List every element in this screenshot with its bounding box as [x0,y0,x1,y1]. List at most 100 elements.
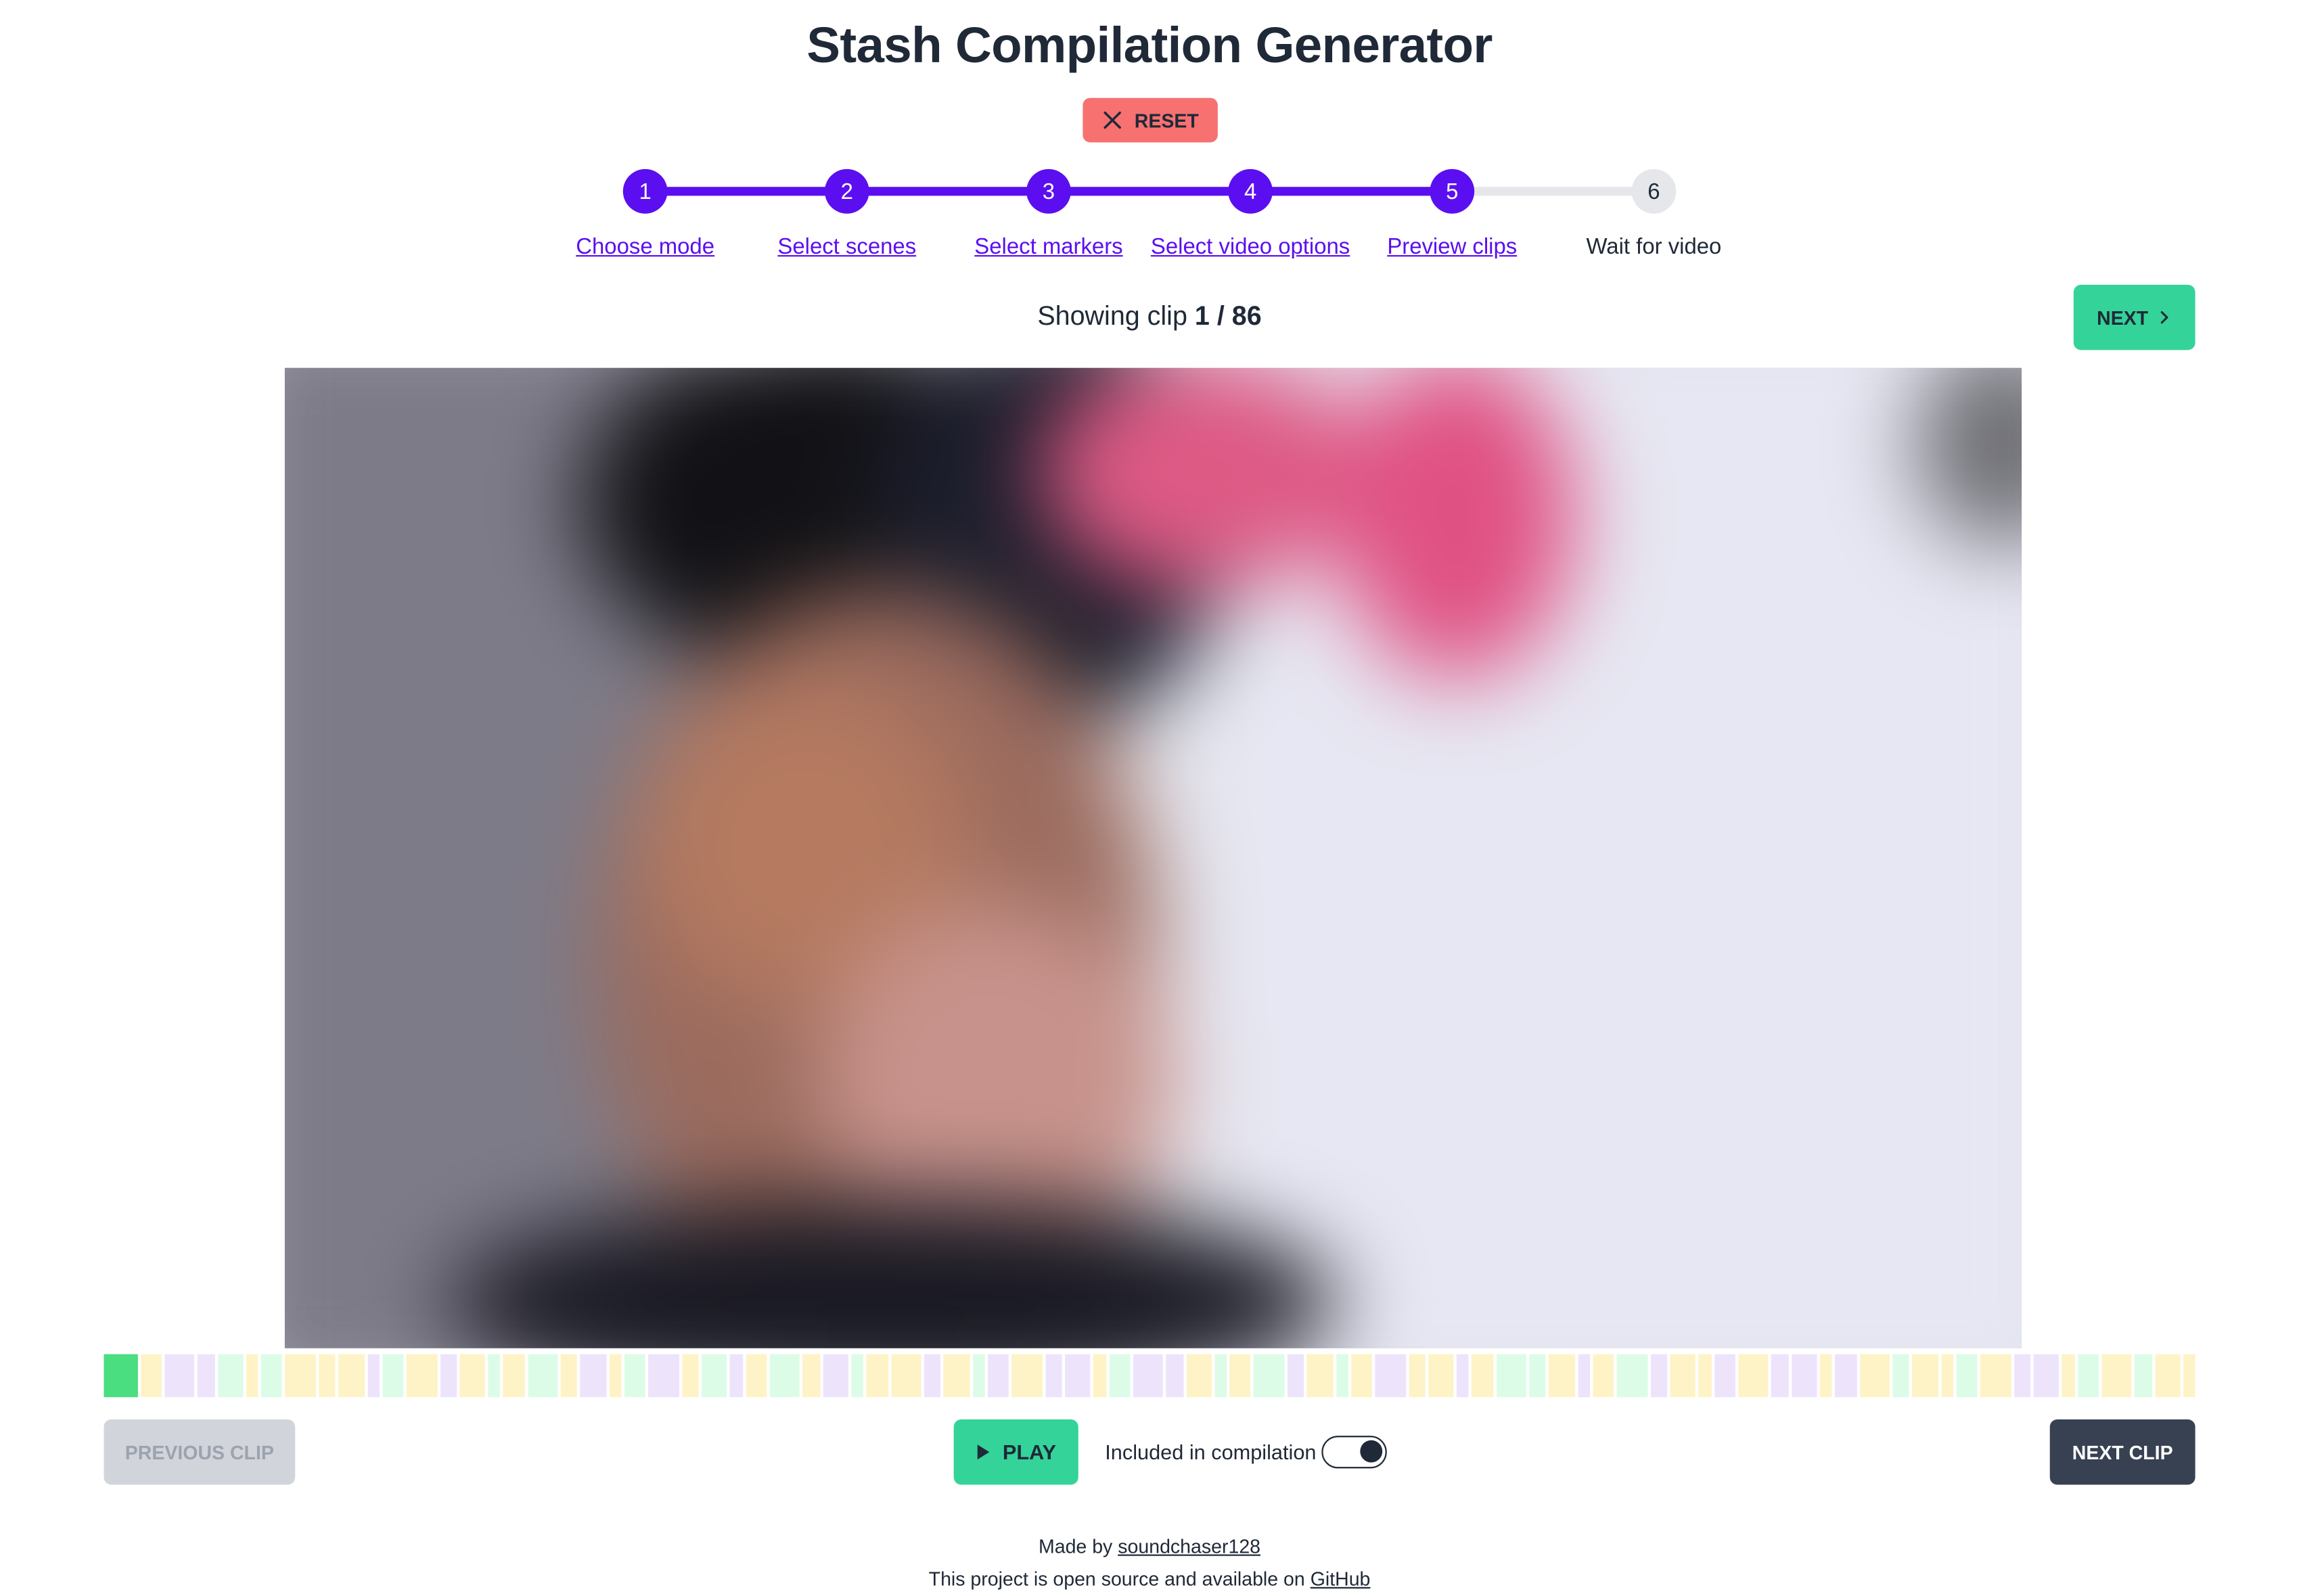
timeline-segment[interactable] [1108,1354,1131,1398]
timeline-segment[interactable] [1941,1354,1954,1398]
timeline-segment[interactable] [745,1354,767,1398]
timeline-segment[interactable] [2013,1354,2031,1398]
timeline-segment[interactable] [924,1354,941,1398]
step-5-circle[interactable]: 5 [1430,168,1475,214]
timeline-segment[interactable] [648,1354,679,1398]
timeline-segment[interactable] [1350,1354,1373,1398]
timeline-segment[interactable] [1859,1354,1890,1398]
timeline-segment[interactable] [1229,1354,1252,1398]
timeline-segment[interactable] [1166,1354,1183,1398]
play-button[interactable]: PLAY [953,1419,1078,1485]
timeline-segment[interactable] [1375,1354,1406,1398]
timeline-segment[interactable] [319,1354,336,1398]
timeline-segment[interactable] [1578,1354,1591,1398]
timeline-segment[interactable] [1529,1354,1547,1398]
timeline-segment[interactable] [1457,1354,1470,1398]
timeline-segment[interactable] [943,1354,970,1398]
timeline-segment[interactable] [1093,1354,1106,1398]
timeline-segment[interactable] [1428,1354,1454,1398]
timeline-segment-selected[interactable] [104,1354,137,1398]
step-3-circle[interactable]: 3 [1026,168,1071,214]
timeline-segment[interactable] [1011,1354,1043,1398]
timeline-segment[interactable] [440,1354,457,1398]
timeline-segment[interactable] [2135,1354,2152,1398]
timeline-segment[interactable] [1549,1354,1575,1398]
include-toggle[interactable] [1321,1436,1387,1469]
timeline-segment[interactable] [1496,1354,1527,1398]
timeline-segment[interactable] [1133,1354,1164,1398]
timeline-segment[interactable] [367,1354,380,1398]
timeline-segment[interactable] [406,1354,437,1398]
timeline-segment[interactable] [1650,1354,1668,1398]
timeline-segment[interactable] [1045,1354,1062,1398]
timeline-segment[interactable] [702,1354,728,1398]
timeline-segment[interactable] [890,1354,921,1398]
step-4-circle[interactable]: 4 [1228,168,1273,214]
timeline-segment[interactable] [1408,1354,1426,1398]
timeline-segment[interactable] [503,1354,525,1398]
timeline-segment[interactable] [1306,1354,1333,1398]
timeline-segment[interactable] [164,1354,195,1398]
timeline-segment[interactable] [866,1354,888,1398]
timeline-segment[interactable] [730,1354,743,1398]
timeline-segment[interactable] [2077,1354,2099,1398]
timeline-segment[interactable] [1670,1354,1696,1398]
timeline-segment[interactable] [285,1354,316,1398]
timeline-segment[interactable] [1617,1354,1648,1398]
timeline-segment[interactable] [561,1354,578,1398]
timeline-segment[interactable] [527,1354,558,1398]
timeline-segment[interactable] [1820,1354,1833,1398]
timeline-segment[interactable] [1336,1354,1348,1398]
timeline-segment[interactable] [987,1354,1009,1398]
timeline-segment[interactable] [261,1354,283,1398]
timeline-segment[interactable] [246,1354,258,1398]
reset-button[interactable]: RESET [1083,97,1218,143]
timeline-segment[interactable] [1912,1354,1938,1398]
timeline-segment[interactable] [1771,1354,1789,1398]
timeline-segment[interactable] [1593,1354,1614,1398]
timeline-segment[interactable] [382,1354,404,1398]
timeline-segment[interactable] [1791,1354,1817,1398]
timeline-segment[interactable] [1956,1354,1978,1398]
timeline-segment[interactable] [581,1354,607,1398]
timeline-segment[interactable] [198,1354,214,1398]
timeline-segment[interactable] [609,1354,622,1398]
timeline-segment[interactable] [851,1354,864,1398]
timeline-segment[interactable] [624,1354,646,1398]
github-link[interactable]: GitHub [1311,1568,1371,1590]
timeline-segment[interactable] [1738,1354,1769,1398]
timeline-segment[interactable] [2033,1354,2059,1398]
timeline-segment[interactable] [217,1354,244,1398]
timeline-segment[interactable] [823,1354,849,1398]
video-player[interactable] [284,367,2022,1348]
timeline-segment[interactable] [2062,1354,2074,1398]
timeline-segment[interactable] [769,1354,800,1398]
step-2-circle[interactable]: 2 [824,168,869,214]
timeline-segment[interactable] [1185,1354,1212,1398]
timeline-segment[interactable] [2154,1354,2181,1398]
timeline-segment[interactable] [140,1354,162,1398]
timeline-segment[interactable] [1287,1354,1304,1398]
timeline-segment[interactable] [338,1354,365,1398]
timeline-segment[interactable] [1835,1354,1857,1398]
timeline-segment[interactable] [1892,1354,1910,1398]
timeline-segment[interactable] [459,1354,486,1398]
timeline-segment[interactable] [2183,1354,2195,1398]
timeline-segment[interactable] [1699,1354,1712,1398]
timeline-segment[interactable] [682,1354,699,1398]
timeline-segment[interactable] [972,1354,985,1398]
previous-clip-button[interactable]: PREVIOUS CLIP [104,1419,296,1485]
step-1-circle[interactable]: 1 [622,168,668,214]
timeline-segment[interactable] [1064,1354,1091,1398]
timeline-segment[interactable] [2101,1354,2133,1398]
next-step-button[interactable]: NEXT [2073,284,2195,350]
timeline-segment[interactable] [802,1354,820,1398]
next-clip-button[interactable]: NEXT CLIP [2049,1419,2195,1485]
timeline-segment[interactable] [1254,1354,1285,1398]
clip-timeline[interactable] [104,1354,2195,1398]
timeline-segment[interactable] [1980,1354,2011,1398]
timeline-segment[interactable] [488,1354,501,1398]
timeline-segment[interactable] [1214,1354,1227,1398]
author-link[interactable]: soundchaser128 [1118,1535,1260,1557]
timeline-segment[interactable] [1472,1354,1494,1398]
